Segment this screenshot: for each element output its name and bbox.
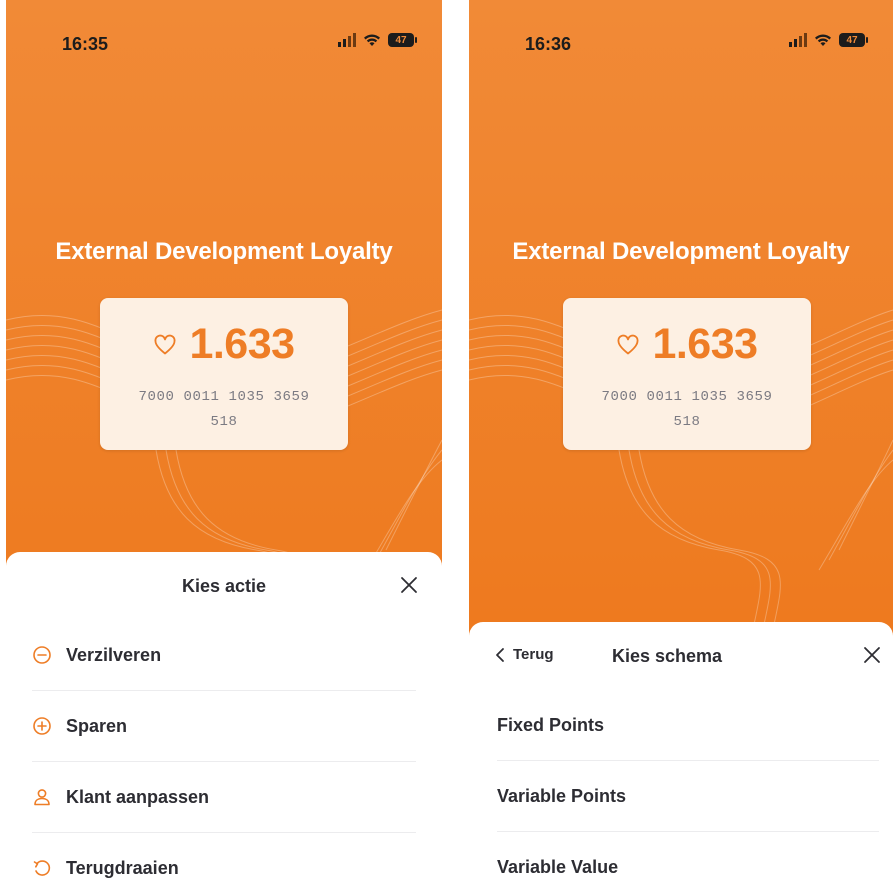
close-icon	[864, 647, 880, 663]
status-time: 16:36	[525, 34, 572, 54]
sheet-title: Kies schema	[611, 646, 723, 666]
schema-label: Variable Points	[497, 785, 627, 806]
card-number: 7000 0011 1035 3659 518	[138, 389, 310, 430]
heart-icon	[155, 334, 176, 354]
points-balance: 1.633	[652, 320, 758, 368]
phone-screen-right: 16:36 47 External Development Loyalty 1.…	[469, 0, 893, 895]
points-row: 1.633	[563, 320, 811, 369]
sheet-header: Terug Kies schema	[469, 622, 893, 690]
plus-circle-icon	[33, 717, 51, 735]
close-button[interactable]	[398, 574, 420, 596]
schema-list: Fixed Points Variable Points Variable Va…	[469, 690, 893, 895]
user-icon	[34, 789, 50, 806]
sheet-header: Kies actie	[6, 552, 442, 620]
program-title: External Development Loyalty	[512, 238, 850, 265]
action-sheet: Kies actie Verzilveren Sparen Klant aanp…	[6, 552, 442, 895]
wifi-icon	[815, 34, 831, 46]
loyalty-card: 1.633 7000 0011 1035 3659 518	[100, 298, 348, 450]
action-list: Verzilveren Sparen Klant aanpassen Terug…	[6, 620, 442, 895]
action-label: Terugdraaien	[66, 857, 179, 878]
schema-item-fixed-points[interactable]: Fixed Points	[497, 690, 879, 761]
card-number: 7000 0011 1035 3659 518	[601, 389, 773, 430]
close-button[interactable]	[861, 644, 883, 666]
heart-icon	[618, 334, 639, 354]
battery-icon: 47	[388, 33, 417, 47]
close-icon	[401, 577, 417, 593]
schema-label: Fixed Points	[497, 714, 605, 735]
status-bar: 16:36 47	[469, 0, 893, 80]
action-item-klant-aanpassen[interactable]: Klant aanpassen	[32, 762, 416, 833]
minus-circle-icon	[33, 646, 51, 664]
schema-item-variable-value[interactable]: Variable Value	[497, 832, 879, 895]
signal-icon	[789, 33, 807, 47]
status-bar: 16:35 47	[6, 0, 442, 80]
battery-icon: 47	[839, 33, 868, 47]
schema-sheet: Terug Kies schema Fixed Points Variable …	[469, 622, 893, 895]
points-row: 1.633	[100, 320, 348, 369]
action-item-sparen[interactable]: Sparen	[32, 691, 416, 762]
status-time: 16:35	[62, 34, 109, 54]
wifi-icon	[364, 34, 380, 46]
loyalty-card: 1.633 7000 0011 1035 3659 518	[563, 298, 811, 450]
signal-icon	[338, 33, 356, 47]
action-label: Sparen	[66, 715, 128, 736]
schema-label: Variable Value	[497, 856, 619, 877]
undo-icon	[33, 860, 51, 876]
program-title: External Development Loyalty	[55, 238, 393, 265]
sheet-title: Kies actie	[181, 576, 267, 596]
points-balance: 1.633	[189, 320, 295, 368]
action-item-verzilveren[interactable]: Verzilveren	[32, 620, 416, 691]
action-label: Klant aanpassen	[66, 786, 210, 807]
status-icons: 47	[338, 33, 417, 47]
status-icons: 47	[789, 33, 868, 47]
action-label: Verzilveren	[66, 644, 162, 665]
action-item-terugdraaien[interactable]: Terugdraaien	[32, 833, 416, 895]
phone-screen-left: 16:35 47 External Development Loyalty 1.…	[6, 0, 442, 895]
schema-item-variable-points[interactable]: Variable Points	[497, 761, 879, 832]
